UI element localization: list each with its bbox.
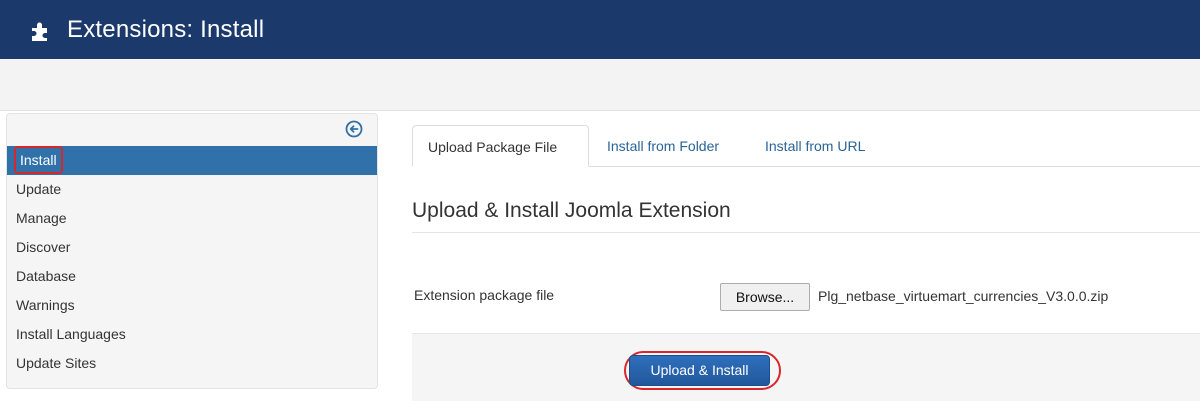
sidebar-item-update[interactable]: Update [7, 175, 377, 204]
sidebar-item-database[interactable]: Database [7, 262, 377, 291]
form-actions [412, 333, 1200, 401]
sidebar-item-label: Manage [16, 210, 67, 226]
sidebar-item-update-sites[interactable]: Update Sites [7, 349, 377, 378]
puzzle-icon [32, 22, 47, 41]
sidebar-item-label: Database [16, 268, 76, 284]
arrow-circle-left-icon[interactable] [345, 120, 363, 138]
sidebar-item-manage[interactable]: Manage [7, 204, 377, 233]
sidebar-item-label: Warnings [16, 297, 75, 313]
sidebar-nav: Install Update Manage Discover Database … [7, 146, 377, 378]
upload-install-button[interactable]: Upload & Install [629, 355, 770, 386]
sidebar-item-label: Discover [16, 239, 71, 255]
sidebar-item-install-languages[interactable]: Install Languages [7, 320, 377, 349]
tab-install-from-folder[interactable]: Install from Folder [592, 125, 734, 167]
sidebar-item-warnings[interactable]: Warnings [7, 291, 377, 320]
section-divider [412, 232, 1200, 233]
sidebar-item-label: Install Languages [16, 326, 126, 342]
sidebar-item-label: Install [14, 146, 63, 174]
package-file-label: Extension package file [414, 287, 555, 303]
page-title: Extensions: Install [67, 16, 265, 43]
app-header: Extensions: Install [0, 0, 1200, 59]
sidebar-item-label: Update [16, 181, 62, 197]
selected-file-name: Plg_netbase_virtuemart_currencies_V3.0.0… [818, 288, 1109, 304]
sidebar-item-label: Update Sites [16, 355, 97, 371]
tab-upload-package-file[interactable]: Upload Package File [412, 125, 589, 167]
install-tabs: Upload Package File Install from Folder … [412, 125, 1200, 167]
section-title: Upload & Install Joomla Extension [412, 199, 731, 222]
sidebar-item-install[interactable]: Install [7, 146, 377, 175]
tab-install-from-url[interactable]: Install from URL [750, 125, 880, 167]
browse-button[interactable]: Browse... [720, 283, 810, 311]
sidebar-item-discover[interactable]: Discover [7, 233, 377, 262]
toolbar [0, 59, 1200, 111]
